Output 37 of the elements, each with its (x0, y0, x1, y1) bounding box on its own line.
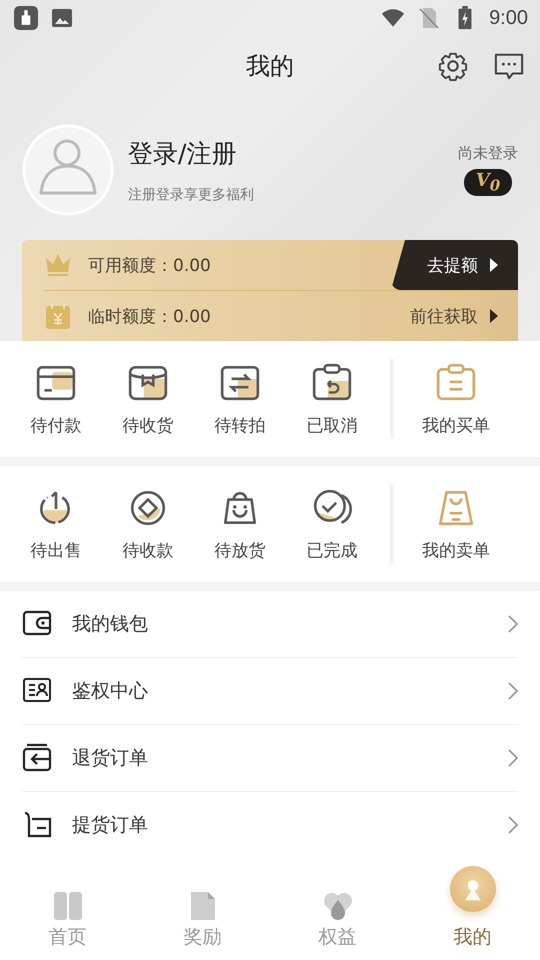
credit-amount: 可用额度：0.00 (88, 254, 211, 276)
caret-icon (490, 309, 498, 323)
chevron-right-icon (508, 816, 518, 834)
image-icon (50, 6, 74, 30)
caret-icon (490, 258, 498, 272)
vip-level-badge: V$_{0}$ (464, 169, 512, 196)
order-status-button[interactable]: 已取消 (286, 362, 378, 436)
chevron-right-icon (508, 749, 518, 767)
chevron-right-icon (508, 615, 518, 633)
order-status-button[interactable]: 待放货 (194, 486, 286, 562)
raise-limit-button[interactable]: 去提额 (391, 240, 518, 290)
clock-time: 9:00 (489, 6, 528, 30)
login-status: 尚未登录 (458, 144, 518, 164)
message-icon[interactable] (494, 51, 524, 81)
order-list-button[interactable]: 我的买单 (401, 362, 511, 436)
return-icon (22, 743, 52, 773)
credit-amount: 临时额度：0.00 (88, 306, 211, 328)
order-status-button[interactable]: 待收货 (102, 362, 194, 436)
menu-item[interactable]: 退货订单 (22, 725, 518, 792)
get-credit-link[interactable]: 前往获取 (374, 291, 518, 341)
page-title: 我的 (246, 51, 294, 82)
menu-item[interactable]: 鉴权中心 (22, 658, 518, 725)
settings-icon[interactable] (438, 51, 468, 81)
benefit-hint: 注册登录享更多福利 (128, 186, 255, 204)
order-status-button[interactable]: 待收款 (102, 486, 194, 562)
nav-tab[interactable]: 我的 (405, 864, 540, 960)
order-status-button[interactable]: 待付款 (10, 362, 102, 436)
no-sim-icon (417, 6, 442, 30)
menu-item[interactable]: 我的钱包 (22, 591, 518, 658)
login-register-link[interactable]: 登录/注册 (128, 136, 458, 170)
order-list-button[interactable]: 我的卖单 (401, 486, 511, 562)
order-status-button[interactable]: 已完成 (286, 486, 378, 562)
chevron-right-icon (508, 682, 518, 700)
calendar-yuan-icon (44, 302, 72, 330)
order-status-button[interactable]: 待出售 (10, 486, 102, 562)
order-status-button[interactable]: 待转拍 (194, 362, 286, 436)
menu-item[interactable]: 提货订单 (22, 792, 518, 858)
